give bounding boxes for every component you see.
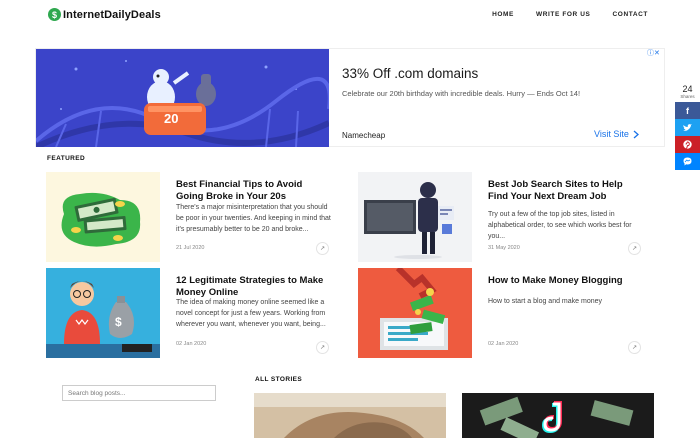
facebook-share-button[interactable]: f <box>675 102 700 119</box>
money-blogging-illustration <box>358 268 472 358</box>
link-icon: ↗ <box>631 345 638 351</box>
dollar-coin-icon: $ <box>48 8 61 21</box>
featured-post-3-link-button[interactable]: ↗ <box>316 341 329 354</box>
story-1-image[interactable] <box>254 393 446 438</box>
site-header: $ InternetDailyDeals HOME WRITE FOR US C… <box>0 0 700 30</box>
featured-post-4-link-button[interactable]: ↗ <box>628 341 641 354</box>
all-stories-heading: ALL STORIES <box>255 376 303 383</box>
link-icon: ↗ <box>631 246 638 252</box>
featured-post-2-date: 31 May 2020 <box>488 245 520 251</box>
search-input[interactable] <box>62 385 216 401</box>
site-logo-text: InternetDailyDeals <box>63 8 161 21</box>
featured-post-1-image[interactable] <box>46 172 160 262</box>
nav-write-for-us[interactable]: WRITE FOR US <box>536 11 591 18</box>
featured-post-1-title[interactable]: Best Financial Tips to Avoid Going Broke… <box>176 179 331 202</box>
featured-post-1-date: 21 Jul 2020 <box>176 245 205 251</box>
share-count: 24 <box>682 84 693 94</box>
money-pile-illustration <box>46 172 160 262</box>
featured-post-3-excerpt: The idea of making money online seemed l… <box>176 299 326 328</box>
twitter-icon <box>683 123 692 131</box>
ad-info-icon[interactable]: ⓘ✕ <box>647 48 660 58</box>
featured-post-3-image[interactable]: $ <box>46 268 160 358</box>
link-icon: ↗ <box>319 246 326 252</box>
featured-post-4-title[interactable]: How to Make Money Blogging <box>488 275 643 287</box>
featured-heading: FEATURED <box>47 155 86 162</box>
job-search-illustration <box>358 172 472 262</box>
pinterest-share-button[interactable] <box>675 136 700 153</box>
svg-text:$: $ <box>115 315 122 329</box>
ad-advertiser: Namecheap <box>342 131 386 140</box>
story-1-photo <box>254 393 446 438</box>
featured-post-2-title[interactable]: Best Job Search Sites to Help Find Your … <box>488 179 643 202</box>
pinterest-icon <box>683 140 692 149</box>
share-bar: 24 Shares f <box>675 85 700 170</box>
featured-post-4-image[interactable] <box>358 268 472 358</box>
ad-illustration-graphic <box>36 49 329 147</box>
featured-post-3-title[interactable]: 12 Legitimate Strategies to Make Money O… <box>176 275 331 298</box>
featured-post-2-excerpt: Try out a few of the top job sites, list… <box>488 211 632 240</box>
main-nav: HOME WRITE FOR US CONTACT <box>492 11 648 18</box>
ad-title[interactable]: 33% Off .com domains <box>342 66 478 81</box>
messenger-share-button[interactable] <box>675 153 700 170</box>
ad-cta-label: Visit Site <box>594 129 629 139</box>
facebook-icon: f <box>686 105 689 116</box>
featured-post-2-image[interactable] <box>358 172 472 262</box>
link-icon: ↗ <box>319 345 326 351</box>
ad-illustration[interactable]: 20 <box>36 49 329 147</box>
ad-visit-site-button[interactable]: Visit Site <box>594 129 639 139</box>
ad-badge-number: 20 <box>164 111 179 126</box>
featured-post-4-excerpt: How to start a blog and make money <box>488 298 603 305</box>
featured-post-1-link-button[interactable]: ↗ <box>316 242 329 255</box>
story-2-image[interactable] <box>462 393 654 438</box>
ad-description: Celebrate our 20th birthday with incredi… <box>342 89 581 98</box>
story-2-photo <box>462 393 654 438</box>
featured-post-4-date: 02 Jan 2020 <box>488 341 519 347</box>
nav-contact[interactable]: CONTACT <box>613 11 649 18</box>
featured-post-3-date: 02 Jan 2020 <box>176 341 207 347</box>
money-online-illustration: $ <box>46 268 160 358</box>
chevron-right-icon <box>633 130 639 138</box>
featured-post-2-link-button[interactable]: ↗ <box>628 242 641 255</box>
featured-post-1-excerpt: There's a major misinterpretation that y… <box>176 204 331 233</box>
twitter-share-button[interactable] <box>675 119 700 136</box>
share-label: Shares <box>680 94 695 99</box>
nav-home[interactable]: HOME <box>492 11 514 18</box>
messenger-icon <box>683 157 692 166</box>
site-logo[interactable]: $ InternetDailyDeals <box>48 8 161 21</box>
